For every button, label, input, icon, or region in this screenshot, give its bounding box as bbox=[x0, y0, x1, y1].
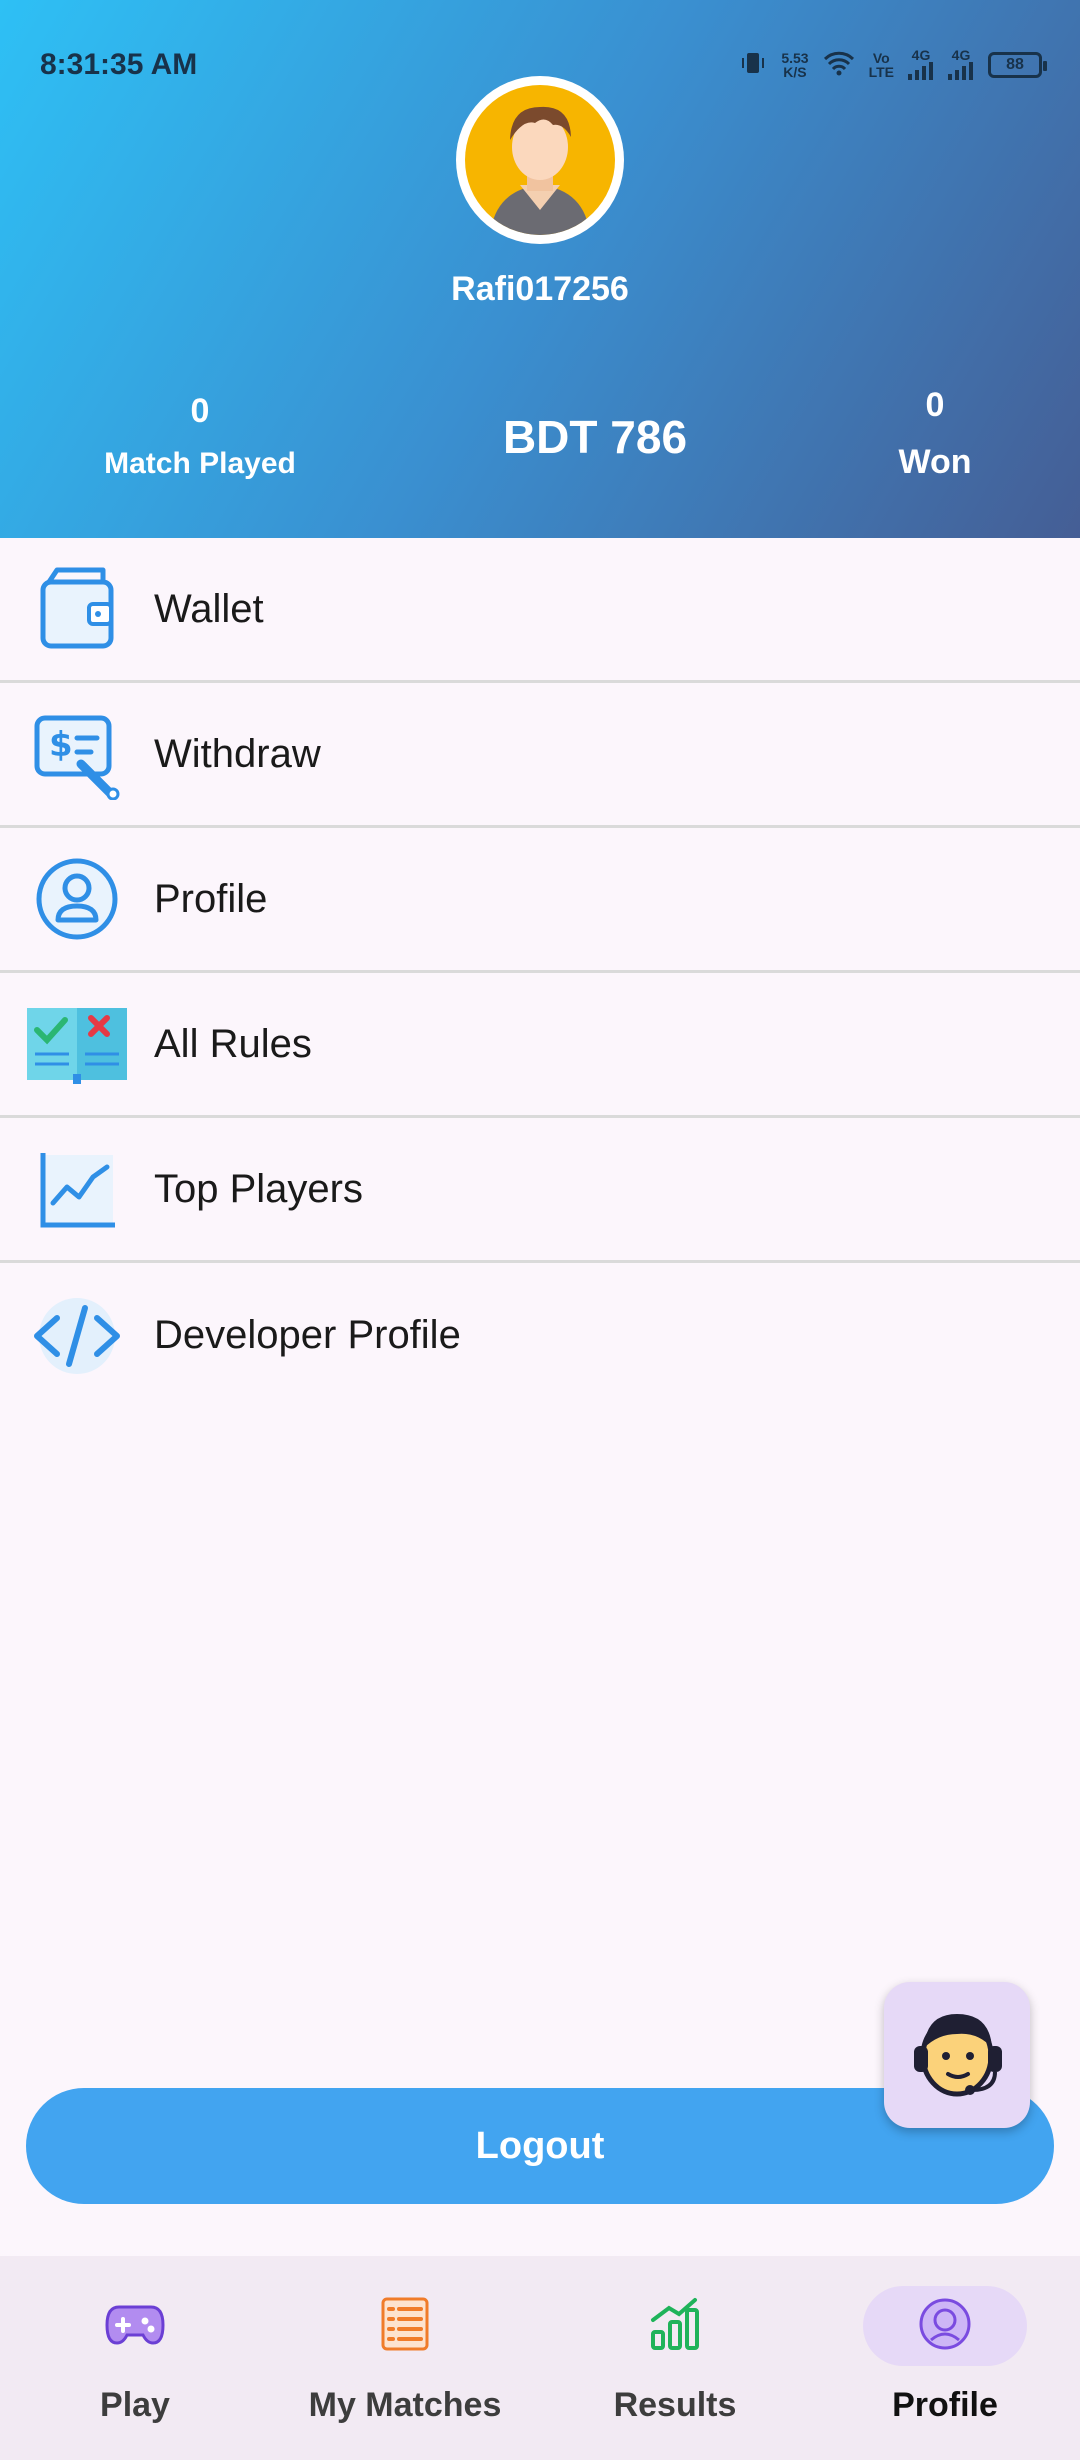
matches-played-label: Match Played bbox=[104, 447, 296, 480]
menu-item-top-players[interactable]: Top Players bbox=[0, 1118, 1080, 1263]
balance-amount: BDT 786 bbox=[502, 411, 688, 463]
support-chat-button[interactable] bbox=[884, 1982, 1030, 2128]
won-stat: 0 Won bbox=[820, 386, 1050, 482]
vibrate-icon bbox=[739, 49, 767, 82]
nav-tab-my-matches[interactable]: My Matches bbox=[270, 2256, 540, 2460]
menu-item-all-rules[interactable]: All Rules bbox=[0, 973, 1080, 1118]
bar-chart-icon bbox=[647, 2296, 703, 2357]
bottom-navigation: Play My Matches Results Profile bbox=[0, 2256, 1080, 2460]
wifi-icon bbox=[823, 50, 855, 81]
menu-item-wallet[interactable]: Wallet bbox=[0, 538, 1080, 683]
user-avatar-icon bbox=[490, 106, 590, 235]
won-value: 0 bbox=[925, 386, 945, 424]
matches-played-stat: 0 Match Played bbox=[60, 392, 340, 481]
nav-label-profile: Profile bbox=[892, 2386, 998, 2424]
menu-label-all-rules: All Rules bbox=[154, 1021, 312, 1066]
profile-menu: Wallet $ Withdraw Profile All Rules Top … bbox=[0, 538, 1080, 1408]
net-speed-value: 5.53 bbox=[781, 50, 809, 66]
nav-label-my-matches: My Matches bbox=[308, 2386, 502, 2424]
won-label: Won bbox=[898, 443, 972, 481]
signal-bars-icon bbox=[948, 62, 973, 80]
wallet-icon bbox=[22, 554, 132, 664]
signal1-label: 4G bbox=[911, 47, 931, 63]
gamepad-icon bbox=[105, 2299, 165, 2354]
menu-item-developer-profile[interactable]: Developer Profile bbox=[0, 1263, 1080, 1408]
net-speed-unit: K/S bbox=[783, 64, 807, 80]
user-circle-icon bbox=[22, 844, 132, 954]
profile-header: 8:31:35 AM 5.53 K/S Vo LTE 4G 4G 88 Rafi… bbox=[0, 0, 1080, 538]
signal-4g-1: 4G bbox=[908, 48, 934, 82]
signal-bars-icon bbox=[908, 62, 933, 80]
nav-tab-profile[interactable]: Profile bbox=[810, 2256, 1080, 2460]
volte-top: Vo bbox=[872, 50, 890, 66]
nav-tab-results[interactable]: Results bbox=[540, 2256, 810, 2460]
chart-trend-icon bbox=[22, 1134, 132, 1244]
menu-item-withdraw[interactable]: $ Withdraw bbox=[0, 683, 1080, 828]
nav-label-play: Play bbox=[100, 2386, 170, 2424]
support-agent-icon bbox=[902, 1998, 1012, 2113]
nav-label-results: Results bbox=[613, 2386, 737, 2424]
nav-tab-play[interactable]: Play bbox=[0, 2256, 270, 2460]
withdraw-icon: $ bbox=[22, 699, 132, 809]
status-time: 8:31:35 AM bbox=[40, 48, 198, 81]
menu-label-profile: Profile bbox=[154, 876, 268, 921]
list-icon bbox=[379, 2297, 431, 2356]
profile-icon bbox=[917, 2296, 973, 2357]
username: Rafi017256 bbox=[451, 270, 629, 308]
avatar[interactable] bbox=[456, 76, 624, 244]
rules-book-icon bbox=[22, 989, 132, 1099]
menu-label-wallet: Wallet bbox=[154, 586, 264, 631]
volte-bottom: LTE bbox=[868, 64, 894, 80]
code-icon bbox=[22, 1281, 132, 1391]
menu-item-profile[interactable]: Profile bbox=[0, 828, 1080, 973]
net-speed: 5.53 K/S bbox=[781, 51, 808, 79]
menu-label-developer-profile: Developer Profile bbox=[154, 1313, 461, 1357]
status-icons: 5.53 K/S Vo LTE 4G 4G 88 bbox=[739, 48, 1047, 82]
volte-indicator: Vo LTE bbox=[869, 51, 894, 79]
matches-played-value: 0 bbox=[190, 392, 210, 430]
battery-icon: 88 bbox=[988, 52, 1047, 78]
signal-4g-2: 4G bbox=[948, 48, 974, 82]
signal2-label: 4G bbox=[951, 47, 971, 63]
menu-label-withdraw: Withdraw bbox=[154, 731, 321, 776]
menu-label-top-players: Top Players bbox=[154, 1166, 363, 1211]
svg-text:$: $ bbox=[49, 725, 73, 765]
